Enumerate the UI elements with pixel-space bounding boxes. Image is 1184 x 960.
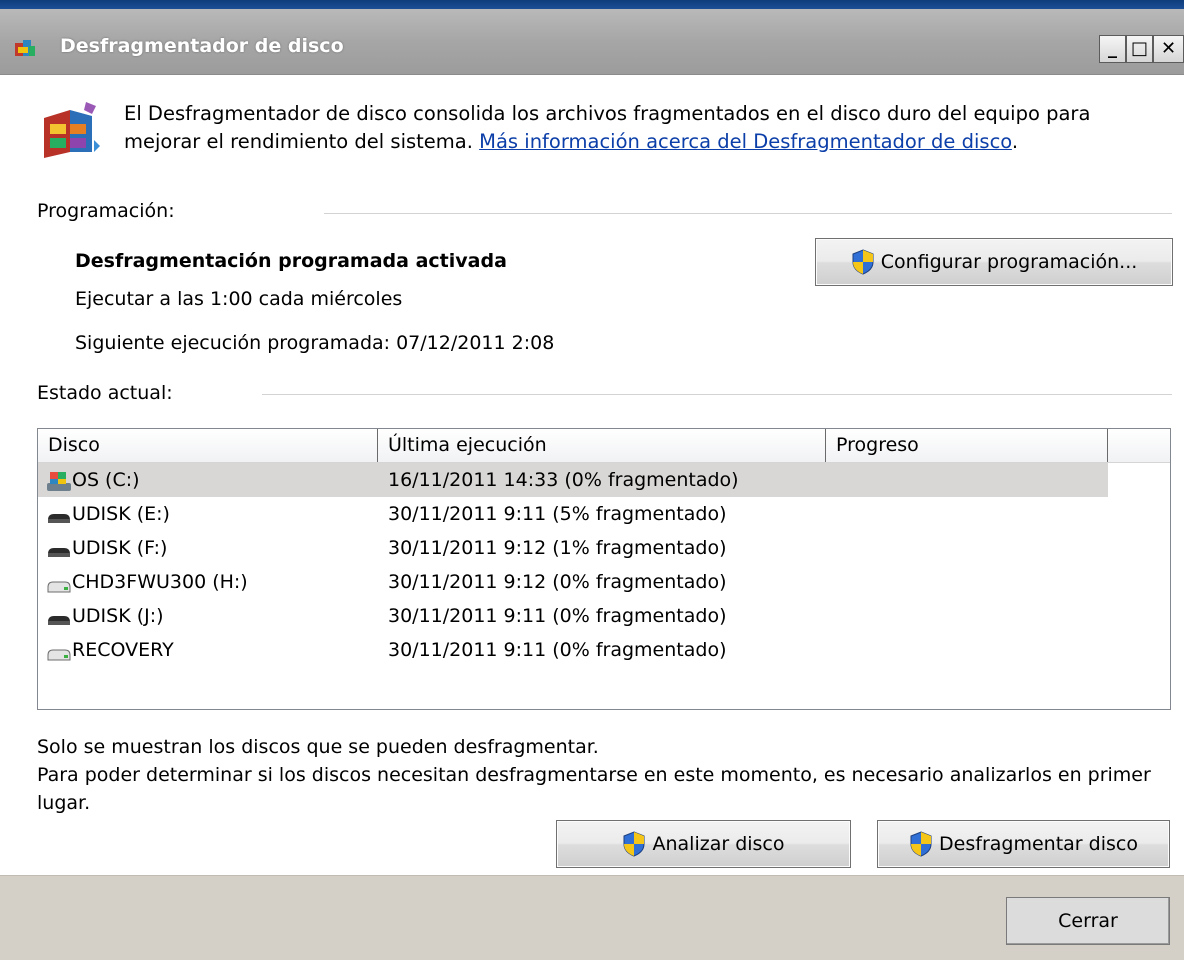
- more-info-link[interactable]: Más información acerca del Desfragmentad…: [479, 130, 1012, 153]
- uac-shield-icon: [910, 831, 932, 857]
- disk-list[interactable]: Disco Última ejecución Progreso OS (C:) …: [37, 428, 1171, 710]
- disk-name: RECOVERY: [72, 639, 174, 661]
- title-bar[interactable]: Desfragmentador de disco _ □ ✕: [0, 9, 1184, 75]
- disk-name: UDISK (J:): [72, 605, 164, 627]
- disk-row[interactable]: UDISK (J:) 30/11/2011 9:11 (0% fragmenta…: [38, 599, 1108, 633]
- intro-text: El Desfragmentador de disco consolida lo…: [124, 100, 1154, 156]
- disk-last-run: 30/11/2011 9:12 (0% fragmentado): [388, 571, 727, 593]
- status-separator: [262, 394, 1172, 395]
- disk-row[interactable]: CHD3FWU300 (H:) 30/11/2011 9:12 (0% frag…: [38, 565, 1108, 599]
- schedule-section-label: Programación:: [37, 200, 175, 222]
- disk-last-run: 30/11/2011 9:11 (0% fragmentado): [388, 605, 727, 627]
- maximize-button[interactable]: □: [1126, 35, 1153, 63]
- disk-last-run: 30/11/2011 9:11 (0% fragmentado): [388, 639, 727, 661]
- note-defragmentable-only: Solo se muestran los discos que se puede…: [37, 736, 599, 758]
- disk-name: CHD3FWU300 (H:): [72, 571, 248, 593]
- schedule-run-at: Ejecutar a las 1:00 cada miércoles: [75, 288, 403, 310]
- uac-shield-icon: [852, 249, 874, 275]
- system-drive-icon: [47, 472, 71, 491]
- disk-row[interactable]: UDISK (F:) 30/11/2011 9:12 (1% fragmenta…: [38, 531, 1108, 565]
- defragment-disk-label: Desfragmentar disco: [939, 833, 1138, 855]
- disk-row[interactable]: RECOVERY 30/11/2011 9:11 (0% fragmentado…: [38, 633, 1108, 667]
- schedule-next-run: Siguiente ejecución programada: 07/12/20…: [75, 332, 555, 354]
- defragmenter-icon: [44, 102, 100, 158]
- defragment-disk-button[interactable]: Desfragmentar disco: [877, 820, 1170, 868]
- disk-last-run: 30/11/2011 9:11 (5% fragmentado): [388, 503, 727, 525]
- column-header-disk[interactable]: Disco: [38, 429, 378, 462]
- close-button-label: Cerrar: [1058, 910, 1118, 932]
- minimize-button[interactable]: _: [1099, 35, 1126, 63]
- removable-drive-icon: [48, 616, 70, 625]
- hard-drive-icon: [47, 649, 71, 661]
- disk-name: UDISK (F:): [72, 537, 168, 559]
- disk-last-run: 16/11/2011 14:33 (0% fragmentado): [388, 469, 739, 491]
- configure-schedule-button[interactable]: Configurar programación...: [815, 238, 1173, 286]
- removable-drive-icon: [48, 548, 70, 557]
- disk-name: UDISK (E:): [72, 503, 170, 525]
- window-title: Desfragmentador de disco: [60, 35, 344, 57]
- close-button[interactable]: Cerrar: [1006, 897, 1170, 945]
- note-analyze-first: Para poder determinar si los discos nece…: [37, 764, 1151, 786]
- disk-last-run: 30/11/2011 9:12 (1% fragmentado): [388, 537, 727, 559]
- schedule-separator: [324, 213, 1172, 214]
- analyze-disk-button[interactable]: Analizar disco: [556, 820, 851, 868]
- note-analyze-first-cont: lugar.: [37, 792, 91, 814]
- window-top-border: [0, 0, 1184, 9]
- intro-period: .: [1011, 130, 1019, 153]
- disk-name: OS (C:): [72, 469, 140, 491]
- configure-schedule-label: Configurar programación...: [880, 251, 1138, 273]
- analyze-disk-label: Analizar disco: [652, 833, 785, 855]
- defrag-app-icon: [15, 40, 35, 56]
- disk-row[interactable]: UDISK (E:) 30/11/2011 9:11 (5% fragmenta…: [38, 497, 1108, 531]
- column-header-progress[interactable]: Progreso: [826, 429, 1108, 462]
- close-window-button[interactable]: ✕: [1153, 35, 1184, 63]
- disk-row[interactable]: OS (C:) 16/11/2011 14:33 (0% fragmentado…: [38, 463, 1108, 497]
- status-section-label: Estado actual:: [37, 382, 173, 404]
- removable-drive-icon: [48, 514, 70, 523]
- disk-list-header: Disco Última ejecución Progreso: [38, 429, 1170, 463]
- hard-drive-icon: [47, 581, 71, 593]
- schedule-status: Desfragmentación programada activada: [75, 250, 507, 272]
- column-header-last-run[interactable]: Última ejecución: [378, 429, 826, 462]
- dialog-footer: Cerrar: [0, 875, 1184, 960]
- uac-shield-icon: [623, 831, 645, 857]
- column-header-filler: [1108, 429, 1170, 462]
